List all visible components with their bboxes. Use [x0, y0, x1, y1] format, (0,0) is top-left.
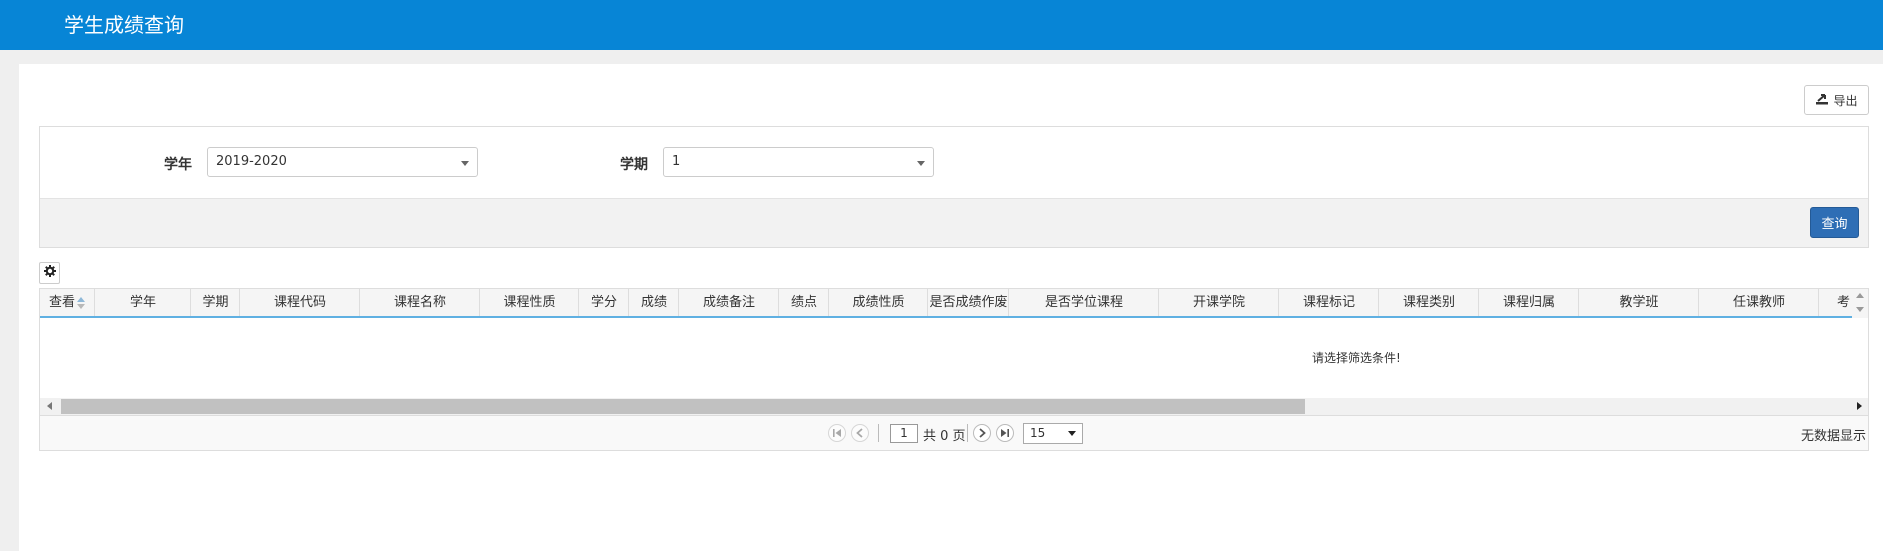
scroll-down-icon[interactable] [1856, 307, 1864, 312]
first-page-button[interactable] [828, 424, 846, 442]
pager: 1 共 0 页 15 无数据显示 [40, 415, 1868, 450]
column-header-course-nature[interactable]: 课程性质 [481, 289, 579, 316]
page-title: 学生成绩查询 [64, 13, 184, 37]
filter-footer: 查询 [40, 198, 1868, 247]
year-select[interactable]: 2019-2020 [207, 147, 478, 177]
column-header-score-void[interactable]: 是否成绩作废 [929, 289, 1009, 316]
first-page-icon [833, 429, 841, 437]
column-header-term[interactable]: 学期 [192, 289, 240, 316]
empty-message: 请选择筛选条件! [1312, 351, 1401, 365]
column-header-score-remark[interactable]: 成绩备注 [680, 289, 779, 316]
chevron-down-icon [1068, 431, 1076, 436]
next-page-button[interactable] [973, 424, 991, 442]
column-header-gpa[interactable]: 绩点 [780, 289, 829, 316]
prev-page-icon [856, 428, 863, 438]
term-select[interactable]: 1 [663, 147, 934, 177]
grid-header: 查看 学年 学期 课程代码 课程名称 课程性质 学分 成绩 成绩备注 绩点 成绩… [40, 289, 1868, 318]
horizontal-scrollbar[interactable] [40, 398, 1868, 415]
last-page-icon [1001, 429, 1009, 437]
chevron-down-icon [461, 161, 469, 166]
column-header-course-name[interactable]: 课程名称 [361, 289, 480, 316]
column-header-year[interactable]: 学年 [96, 289, 191, 316]
scroll-up-icon[interactable] [1856, 293, 1864, 298]
year-label: 学年 [164, 157, 192, 173]
export-label: 导出 [1833, 93, 1858, 108]
column-header-class[interactable]: 教学班 [1580, 289, 1699, 316]
scrollbar-thumb[interactable] [61, 399, 1305, 414]
column-header-credit[interactable]: 学分 [580, 289, 629, 316]
column-settings-button[interactable] [39, 262, 60, 284]
results-grid: 查看 学年 学期 课程代码 课程名称 课程性质 学分 成绩 成绩备注 绩点 成绩… [39, 288, 1869, 451]
record-status: 无数据显示 [1800, 429, 1866, 444]
column-header-score-nature[interactable]: 成绩性质 [830, 289, 928, 316]
export-button[interactable]: 导出 [1804, 85, 1869, 115]
column-header-degree-course[interactable]: 是否学位课程 [1010, 289, 1159, 316]
pager-divider [878, 424, 879, 442]
prev-page-button[interactable] [851, 424, 869, 442]
column-header-course-code[interactable]: 课程代码 [241, 289, 360, 316]
column-header-teacher[interactable]: 任课教师 [1700, 289, 1819, 316]
gear-icon [43, 265, 56, 281]
column-header-course-mark[interactable]: 课程标记 [1280, 289, 1379, 316]
scroll-left-icon[interactable] [47, 402, 52, 410]
page-number-input[interactable]: 1 [890, 424, 918, 443]
page-size-select[interactable]: 15 [1023, 423, 1083, 444]
top-header-bar: 学生成绩查询 [0, 0, 1883, 50]
column-header-score[interactable]: 成绩 [630, 289, 679, 316]
column-header-view[interactable]: 查看 [40, 289, 95, 316]
export-icon [1815, 92, 1829, 109]
filter-form: 学年 2019-2020 学期 1 查询 [39, 126, 1869, 248]
next-page-icon [979, 428, 986, 438]
query-button[interactable]: 查询 [1810, 207, 1859, 238]
column-header-course-belong[interactable]: 课程归属 [1480, 289, 1579, 316]
sort-icon [77, 296, 85, 309]
column-header-course-category[interactable]: 课程类别 [1380, 289, 1479, 316]
term-label: 学期 [620, 157, 648, 173]
page-size-value: 15 [1030, 426, 1046, 440]
last-page-button[interactable] [996, 424, 1014, 442]
vertical-scrollbar[interactable] [1852, 289, 1868, 318]
pager-divider [967, 424, 968, 442]
term-select-value: 1 [672, 154, 681, 169]
chevron-down-icon [917, 161, 925, 166]
scroll-right-icon[interactable] [1857, 402, 1862, 410]
page-total: 共 0 页 [923, 429, 966, 444]
column-header-college[interactable]: 开课学院 [1160, 289, 1279, 316]
year-select-value: 2019-2020 [216, 154, 287, 169]
column-header-exam[interactable]: 考 [1820, 289, 1852, 316]
